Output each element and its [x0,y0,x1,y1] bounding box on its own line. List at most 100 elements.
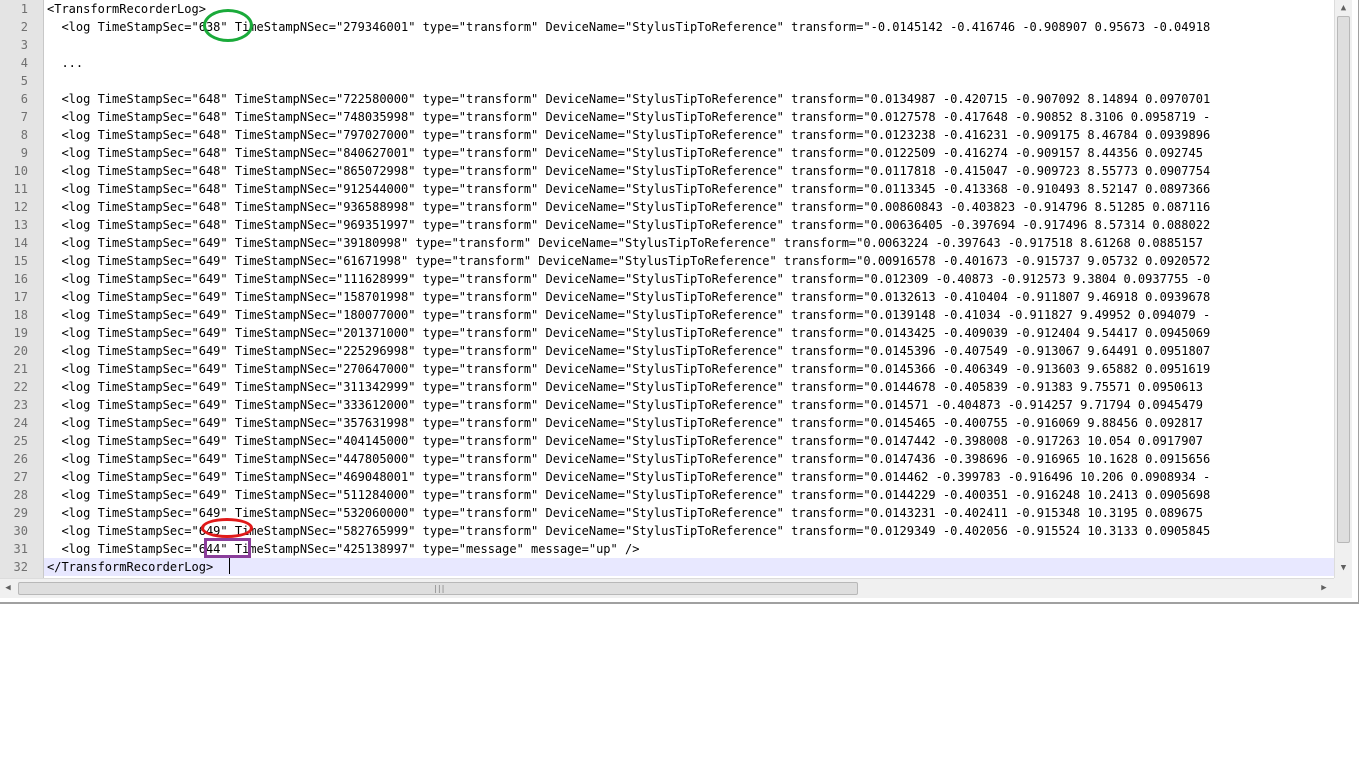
text-cursor [229,558,230,574]
code-line[interactable]: <log TimeStampSec="649" TimeStampNSec="1… [44,306,1334,324]
line-number: 8 [20,128,28,142]
code-line[interactable]: <log TimeStampSec="649" TimeStampNSec="2… [44,360,1334,378]
code-line-text: <log TimeStampSec="649" TimeStampNSec="3… [47,380,1203,394]
code-line[interactable]: </TransformRecorderLog> [44,558,1334,576]
scroll-down-arrow-icon[interactable]: ▼ [1335,560,1352,576]
code-line[interactable]: <log TimeStampSec="649" TimeStampNSec="4… [44,432,1334,450]
line-number: 31 [13,542,28,556]
line-number: 15 [13,254,28,268]
line-number: 10 [13,164,28,178]
line-number: 30 [13,524,28,538]
code-line-text: <log TimeStampSec="649" TimeStampNSec="2… [47,362,1211,376]
line-number: 19 [13,326,28,340]
code-line-text: <log TimeStampSec="649" TimeStampNSec="4… [47,470,1211,484]
editor-window: 1 2 3 4 5 6 7 8 9 10 11 12 13 14 15 16 17 18 19 20 21 22 23 24 2… [0,0,1359,604]
scroll-grip-icon: ||| [433,584,445,593]
code-line[interactable]: <log TimeStampSec="648" TimeStampNSec="7… [44,90,1334,108]
vertical-scroll-thumb[interactable] [1337,16,1350,543]
vertical-scrollbar[interactable]: ▲ ▼ [1334,0,1352,578]
line-number: 5 [20,74,28,88]
code-line[interactable]: <log TimeStampSec="649" TimeStampNSec="3… [44,414,1334,432]
code-line-text: <log TimeStampSec="649" TimeStampNSec="4… [47,452,1211,466]
code-line[interactable]: <log TimeStampSec="649" TimeStampNSec="5… [44,486,1334,504]
scroll-up-arrow-icon[interactable]: ▲ [1335,0,1352,16]
line-number: 16 [13,272,28,286]
code-line[interactable]: <log TimeStampSec="649" TimeStampNSec="3… [44,378,1334,396]
code-line[interactable] [44,72,1334,90]
code-line-text: <log TimeStampSec="648" TimeStampNSec="8… [47,146,1203,160]
line-number-gutter: 1 2 3 4 5 6 7 8 9 10 11 12 13 14 15 16 17 18 19 20 21 22 23 24 2… [0,0,44,578]
code-line[interactable]: <log TimeStampSec="649" TimeStampNSec="3… [44,234,1334,252]
line-number: 9 [20,146,28,160]
code-line-text: <log TimeStampSec="649" TimeStampNSec="5… [47,488,1211,502]
line-number: 1 [20,2,28,16]
line-number: 26 [13,452,28,466]
code-line[interactable]: <log TimeStampSec="649" TimeStampNSec="2… [44,342,1334,360]
code-line[interactable]: <log TimeStampSec="648" TimeStampNSec="7… [44,126,1334,144]
code-line-text: <log TimeStampSec="648" TimeStampNSec="7… [47,110,1211,124]
code-line-text: <log TimeStampSec="649" TimeStampNSec="1… [47,272,1211,286]
line-number: 14 [13,236,28,250]
line-number: 21 [13,362,28,376]
code-line[interactable]: <log TimeStampSec="648" TimeStampNSec="7… [44,108,1334,126]
code-line-text: <log TimeStampSec="649" TimeStampNSec="2… [47,326,1211,340]
line-number: 18 [13,308,28,322]
code-line-text: <log TimeStampSec="644" TimeStampNSec="4… [47,542,640,556]
line-number: 6 [20,92,28,106]
purple-box-annotation [204,538,251,558]
code-line[interactable]: <log TimeStampSec="648" TimeStampNSec="9… [44,198,1334,216]
code-line[interactable]: <log TimeStampSec="648" TimeStampNSec="8… [44,144,1334,162]
code-line[interactable]: <log TimeStampSec="648" TimeStampNSec="9… [44,180,1334,198]
scroll-right-arrow-icon[interactable]: ▶ [1316,579,1332,598]
code-line-text: <log TimeStampSec="648" TimeStampNSec="7… [47,128,1211,142]
code-line-text: <log TimeStampSec="648" TimeStampNSec="9… [47,182,1211,196]
code-line-text: <log TimeStampSec="648" TimeStampNSec="8… [47,164,1211,178]
code-line[interactable]: <log TimeStampSec="648" TimeStampNSec="9… [44,216,1334,234]
line-number: 28 [13,488,28,502]
code-line[interactable]: ... [44,54,1334,72]
scroll-left-arrow-icon[interactable]: ◀ [0,579,16,598]
code-line[interactable]: <log TimeStampSec="649" TimeStampNSec="4… [44,450,1334,468]
code-line-text: <log TimeStampSec="649" TimeStampNSec="3… [47,236,1203,250]
line-number: 27 [13,470,28,484]
code-line-text: <log TimeStampSec="648" TimeStampNSec="9… [47,218,1211,232]
line-number: 2 [20,20,28,34]
code-line-text: <log TimeStampSec="648" TimeStampNSec="7… [47,92,1211,106]
code-line-text: ... [47,56,84,70]
line-number: 11 [13,182,28,196]
line-number: 25 [13,434,28,448]
code-line-text: <log TimeStampSec="649" TimeStampNSec="2… [47,344,1211,358]
code-line-text: <log TimeStampSec="649" TimeStampNSec="1… [47,308,1211,322]
horizontal-scroll-thumb[interactable]: ||| [18,582,858,595]
code-line-text: <log TimeStampSec="649" TimeStampNSec="3… [47,416,1203,430]
code-line[interactable]: <log TimeStampSec="649" TimeStampNSec="4… [44,468,1334,486]
line-number: 23 [13,398,28,412]
code-line-text: <log TimeStampSec="648" TimeStampNSec="9… [47,200,1211,214]
code-area[interactable]: <TransformRecorderLog> <log TimeStampSec… [44,0,1334,578]
green-circle-annotation [203,9,253,42]
line-number: 13 [13,218,28,232]
code-line-text: <log TimeStampSec="649" TimeStampNSec="6… [47,254,1211,268]
line-number: 3 [20,38,28,52]
line-number: 12 [13,200,28,214]
code-line[interactable]: <log TimeStampSec="649" TimeStampNSec="1… [44,270,1334,288]
code-line-text: </TransformRecorderLog> [47,560,214,574]
line-number: 29 [13,506,28,520]
code-line-text: <log TimeStampSec="649" TimeStampNSec="3… [47,398,1203,412]
line-number: 32 [13,560,28,574]
code-line[interactable]: <log TimeStampSec="649" TimeStampNSec="2… [44,324,1334,342]
code-line[interactable]: <log TimeStampSec="649" TimeStampNSec="6… [44,252,1334,270]
line-number: 24 [13,416,28,430]
code-line[interactable]: <log TimeStampSec="648" TimeStampNSec="8… [44,162,1334,180]
code-line[interactable]: <log TimeStampSec="649" TimeStampNSec="3… [44,396,1334,414]
red-ellipse-annotation [201,518,253,538]
scrollbar-corner [1334,578,1352,598]
code-line-text: <log TimeStampSec="649" TimeStampNSec="4… [47,434,1203,448]
code-line[interactable]: <log TimeStampSec="649" TimeStampNSec="1… [44,288,1334,306]
code-line-text: <TransformRecorderLog> [47,2,206,16]
line-number: 17 [13,290,28,304]
line-number: 7 [20,110,28,124]
horizontal-scrollbar[interactable]: ◀ ||| ▶ [0,578,1334,598]
line-number: 20 [13,344,28,358]
code-line-text: <log TimeStampSec="649" TimeStampNSec="1… [47,290,1211,304]
